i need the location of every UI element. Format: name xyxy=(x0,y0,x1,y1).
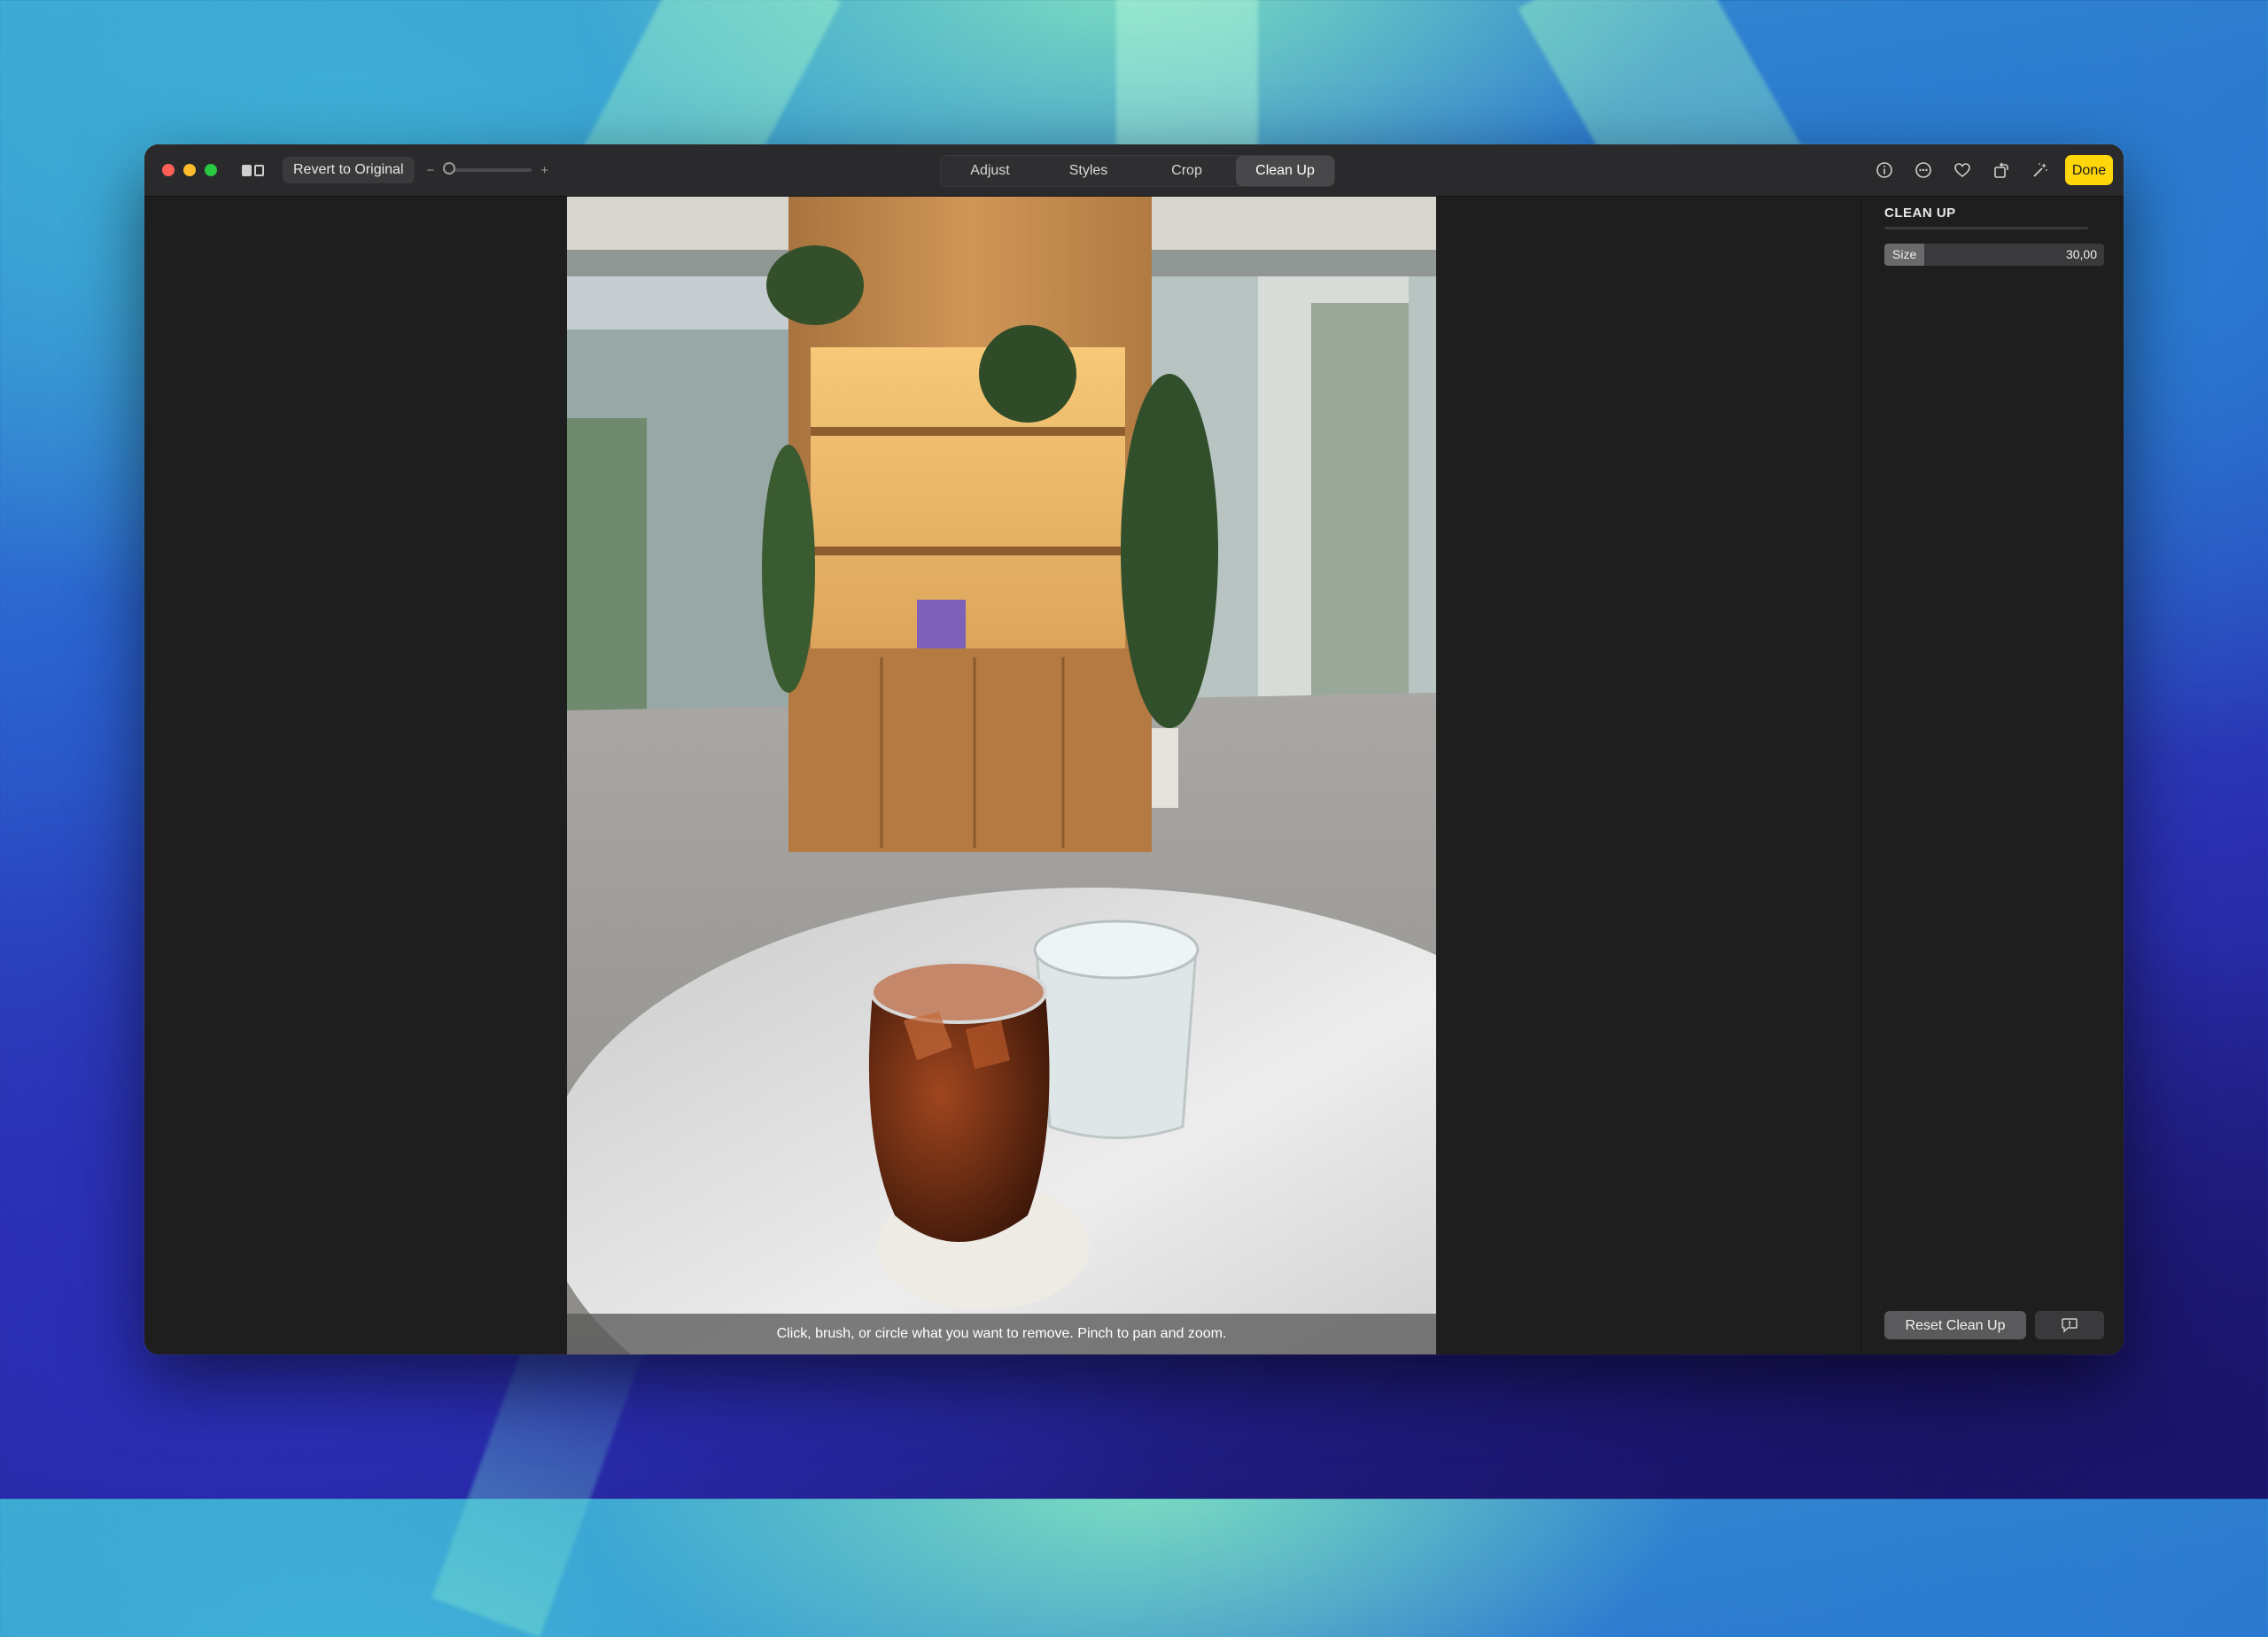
photos-editor-window: Revert to Original − + Adjust Styles Cro… xyxy=(144,144,2124,1354)
size-label: Size xyxy=(1892,247,1917,261)
tab-adjust[interactable]: Adjust xyxy=(941,156,1039,186)
sidebar-title: CLEAN UP xyxy=(1884,206,1956,221)
zoom-knob[interactable] xyxy=(443,162,456,175)
clean-up-sidebar: CLEAN UP Size 30,00 Reset Clean Up xyxy=(1860,197,2124,1354)
zoom-slider[interactable]: − + xyxy=(427,162,548,178)
reset-clean-up-button[interactable]: Reset Clean Up xyxy=(1884,1311,2026,1339)
zoom-window-button[interactable] xyxy=(205,164,217,176)
size-value: 30,00 xyxy=(2065,247,2097,261)
clean-up-hint: Click, brush, or circle what you want to… xyxy=(567,1314,1436,1354)
zoom-track[interactable] xyxy=(443,162,532,175)
tab-clean-up[interactable]: Clean Up xyxy=(1236,156,1334,186)
magic-wand-icon[interactable] xyxy=(2021,155,2060,185)
edit-mode-tabs: Adjust Styles Crop Clean Up xyxy=(940,155,1335,187)
zoom-in-icon[interactable]: + xyxy=(540,163,548,178)
compare-split-icon[interactable] xyxy=(242,163,268,177)
zoom-out-icon[interactable]: − xyxy=(427,163,435,178)
toolbar-right-group: Done xyxy=(1865,155,2124,185)
rotate-icon[interactable] xyxy=(1982,155,2021,185)
cafe-photo-illustration xyxy=(567,197,1436,1354)
toolbar: Revert to Original − + Adjust Styles Cro… xyxy=(144,144,2124,197)
close-window-button[interactable] xyxy=(162,164,175,176)
info-icon[interactable] xyxy=(1865,155,1904,185)
revert-to-original-button[interactable]: Revert to Original xyxy=(283,157,415,183)
sidebar-divider xyxy=(1884,227,2088,229)
done-button[interactable]: Done xyxy=(2065,155,2113,185)
photo-canvas[interactable]: Click, brush, or circle what you want to… xyxy=(144,197,1860,1354)
tab-crop[interactable]: Crop xyxy=(1138,156,1236,186)
more-icon[interactable] xyxy=(1904,155,1943,185)
heart-icon[interactable] xyxy=(1943,155,1982,185)
edited-photo[interactable]: Click, brush, or circle what you want to… xyxy=(567,197,1436,1354)
feedback-button[interactable] xyxy=(2035,1311,2104,1339)
size-slider[interactable]: Size 30,00 xyxy=(1884,244,2104,266)
tab-styles[interactable]: Styles xyxy=(1039,156,1138,186)
feedback-icon xyxy=(2062,1318,2078,1333)
minimize-window-button[interactable] xyxy=(183,164,196,176)
toolbar-left-group: Revert to Original − + xyxy=(242,157,548,183)
